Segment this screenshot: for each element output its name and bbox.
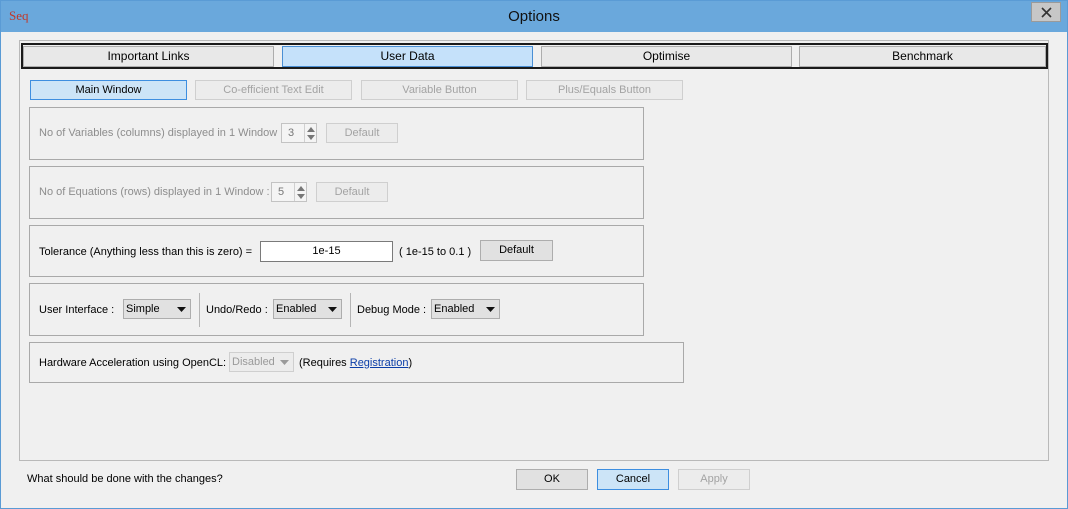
tab-important-links[interactable]: Important Links xyxy=(23,46,274,67)
tab-benchmark[interactable]: Benchmark xyxy=(799,46,1046,67)
separator xyxy=(199,293,200,327)
requires-registration-note: (Requires Registration) xyxy=(299,357,412,369)
window-title: Options xyxy=(508,8,560,25)
tolerance-default-button[interactable]: Default xyxy=(480,240,553,261)
subtab-coefficient-text-edit[interactable]: Co-efficient Text Edit xyxy=(195,80,352,100)
dropdown-arrow-icon xyxy=(177,307,186,312)
dialog-client-area: Important Links User Data Optimise Bench… xyxy=(7,32,1061,502)
undo-redo-value: Enabled xyxy=(276,303,317,315)
variables-label: No of Variables (columns) displayed in 1… xyxy=(39,127,284,139)
tolerance-input[interactable]: 1e-15 xyxy=(260,241,393,262)
spin-arrows-icon[interactable] xyxy=(294,183,306,201)
variables-default-button[interactable]: Default xyxy=(326,123,398,143)
debug-mode-value: Enabled xyxy=(434,303,475,315)
settings-group: User Interface : Simple Undo/Redo : Enab… xyxy=(29,283,644,336)
hardware-acceleration-dropdown[interactable]: Disabled xyxy=(229,352,294,372)
requires-suffix: ) xyxy=(408,357,413,369)
equations-value: 5 xyxy=(278,186,285,198)
separator xyxy=(350,293,351,327)
changes-question: What should be done with the changes? xyxy=(27,473,223,485)
top-tab-bar: Important Links User Data Optimise Bench… xyxy=(21,43,1048,69)
subtab-main-window[interactable]: Main Window xyxy=(30,80,187,100)
options-panel: Important Links User Data Optimise Bench… xyxy=(19,40,1049,461)
cancel-button[interactable]: Cancel xyxy=(597,469,669,490)
tab-optimise[interactable]: Optimise xyxy=(541,46,792,67)
hardware-label: Hardware Acceleration using OpenCL: xyxy=(39,357,227,369)
title-bar[interactable]: Seq Options xyxy=(1,1,1067,32)
dropdown-arrow-icon xyxy=(486,307,495,312)
user-interface-dropdown[interactable]: Simple xyxy=(123,299,191,319)
requires-prefix: (Requires xyxy=(299,357,350,369)
equations-label: No of Equations (rows) displayed in 1 Wi… xyxy=(39,186,270,198)
subtab-plus-equals-button[interactable]: Plus/Equals Button xyxy=(526,80,683,100)
dropdown-arrow-icon xyxy=(280,360,289,365)
variables-value: 3 xyxy=(288,127,295,139)
equations-group: No of Equations (rows) displayed in 1 Wi… xyxy=(29,166,644,219)
equations-spinbox[interactable]: 5 xyxy=(271,182,307,202)
subtab-variable-button[interactable]: Variable Button xyxy=(361,80,518,100)
registration-link[interactable]: Registration xyxy=(350,357,409,369)
equations-default-button[interactable]: Default xyxy=(316,182,388,202)
close-button[interactable] xyxy=(1031,2,1061,22)
debug-mode-label: Debug Mode : xyxy=(357,304,427,316)
variables-group: No of Variables (columns) displayed in 1… xyxy=(29,107,644,160)
tab-user-data[interactable]: User Data xyxy=(282,46,533,67)
user-interface-label: User Interface : xyxy=(39,304,115,316)
variables-spinbox[interactable]: 3 xyxy=(281,123,317,143)
tolerance-label: Tolerance (Anything less than this is ze… xyxy=(39,246,253,258)
hardware-acceleration-value: Disabled xyxy=(232,356,275,368)
options-window: Seq Options Important Links User Data Op… xyxy=(0,0,1068,509)
apply-button[interactable]: Apply xyxy=(678,469,750,490)
ok-button[interactable]: OK xyxy=(516,469,588,490)
undo-redo-label: Undo/Redo : xyxy=(206,304,268,316)
dropdown-arrow-icon xyxy=(328,307,337,312)
hardware-group: Hardware Acceleration using OpenCL: Disa… xyxy=(29,342,684,383)
tolerance-range-label: ( 1e-15 to 0.1 ) xyxy=(399,246,472,258)
close-icon xyxy=(1041,7,1052,18)
undo-redo-dropdown[interactable]: Enabled xyxy=(273,299,342,319)
debug-mode-dropdown[interactable]: Enabled xyxy=(431,299,500,319)
spin-arrows-icon[interactable] xyxy=(304,124,316,142)
user-interface-value: Simple xyxy=(126,303,160,315)
tolerance-group: Tolerance (Anything less than this is ze… xyxy=(29,225,644,277)
